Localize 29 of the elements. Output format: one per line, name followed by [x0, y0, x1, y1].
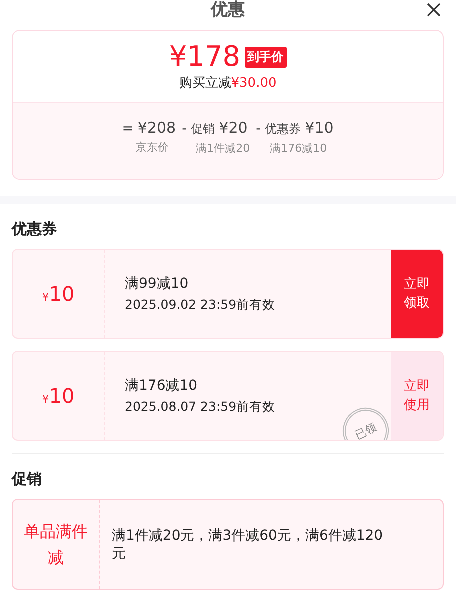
saving-label: 购买立减: [179, 76, 232, 91]
coupon-condition: 满176减10: [125, 376, 199, 394]
promotion-detail: 满1件减20元，满3件减60元，满6件减120元: [112, 526, 384, 562]
saving-amount: ¥30.00: [231, 76, 277, 91]
operator: -: [182, 121, 188, 137]
section-heading: 优惠券: [12, 220, 58, 239]
coupon-action-button[interactable]: 立即领取: [391, 250, 443, 338]
dialog-title: 优惠: [211, 0, 245, 20]
coupon-validity: 2025.09.02 23:59前有效: [125, 296, 277, 314]
breakdown-label: 满1件减20: [195, 141, 250, 156]
coupon-validity: 2025.08.07 23:59前有效: [125, 398, 277, 416]
section-heading: 促销: [12, 470, 43, 489]
breakdown-value: ¥10: [305, 119, 334, 137]
operator: =: [122, 121, 134, 137]
breakdown-value: ¥208: [138, 119, 176, 137]
promotion-type: 单品满件减: [23, 520, 89, 568]
coupon-amount: ¥10: [42, 282, 75, 306]
coupon-action-button[interactable]: 立即使用: [391, 352, 443, 440]
operator: -: [256, 121, 262, 137]
price-tag: 到手价: [244, 46, 287, 68]
breakdown-label: 京东价: [135, 140, 170, 155]
breakdown-prefix: 优惠券: [265, 121, 302, 138]
breakdown-prefix: 促销: [191, 121, 216, 138]
breakdown-value: ¥20: [219, 119, 248, 137]
close-icon[interactable]: [426, 2, 442, 18]
coupon-condition: 满99减10: [125, 274, 190, 292]
final-price: ¥178: [169, 41, 241, 73]
coupon-amount: ¥10: [42, 384, 75, 408]
breakdown-label: 满176减10: [269, 141, 328, 156]
